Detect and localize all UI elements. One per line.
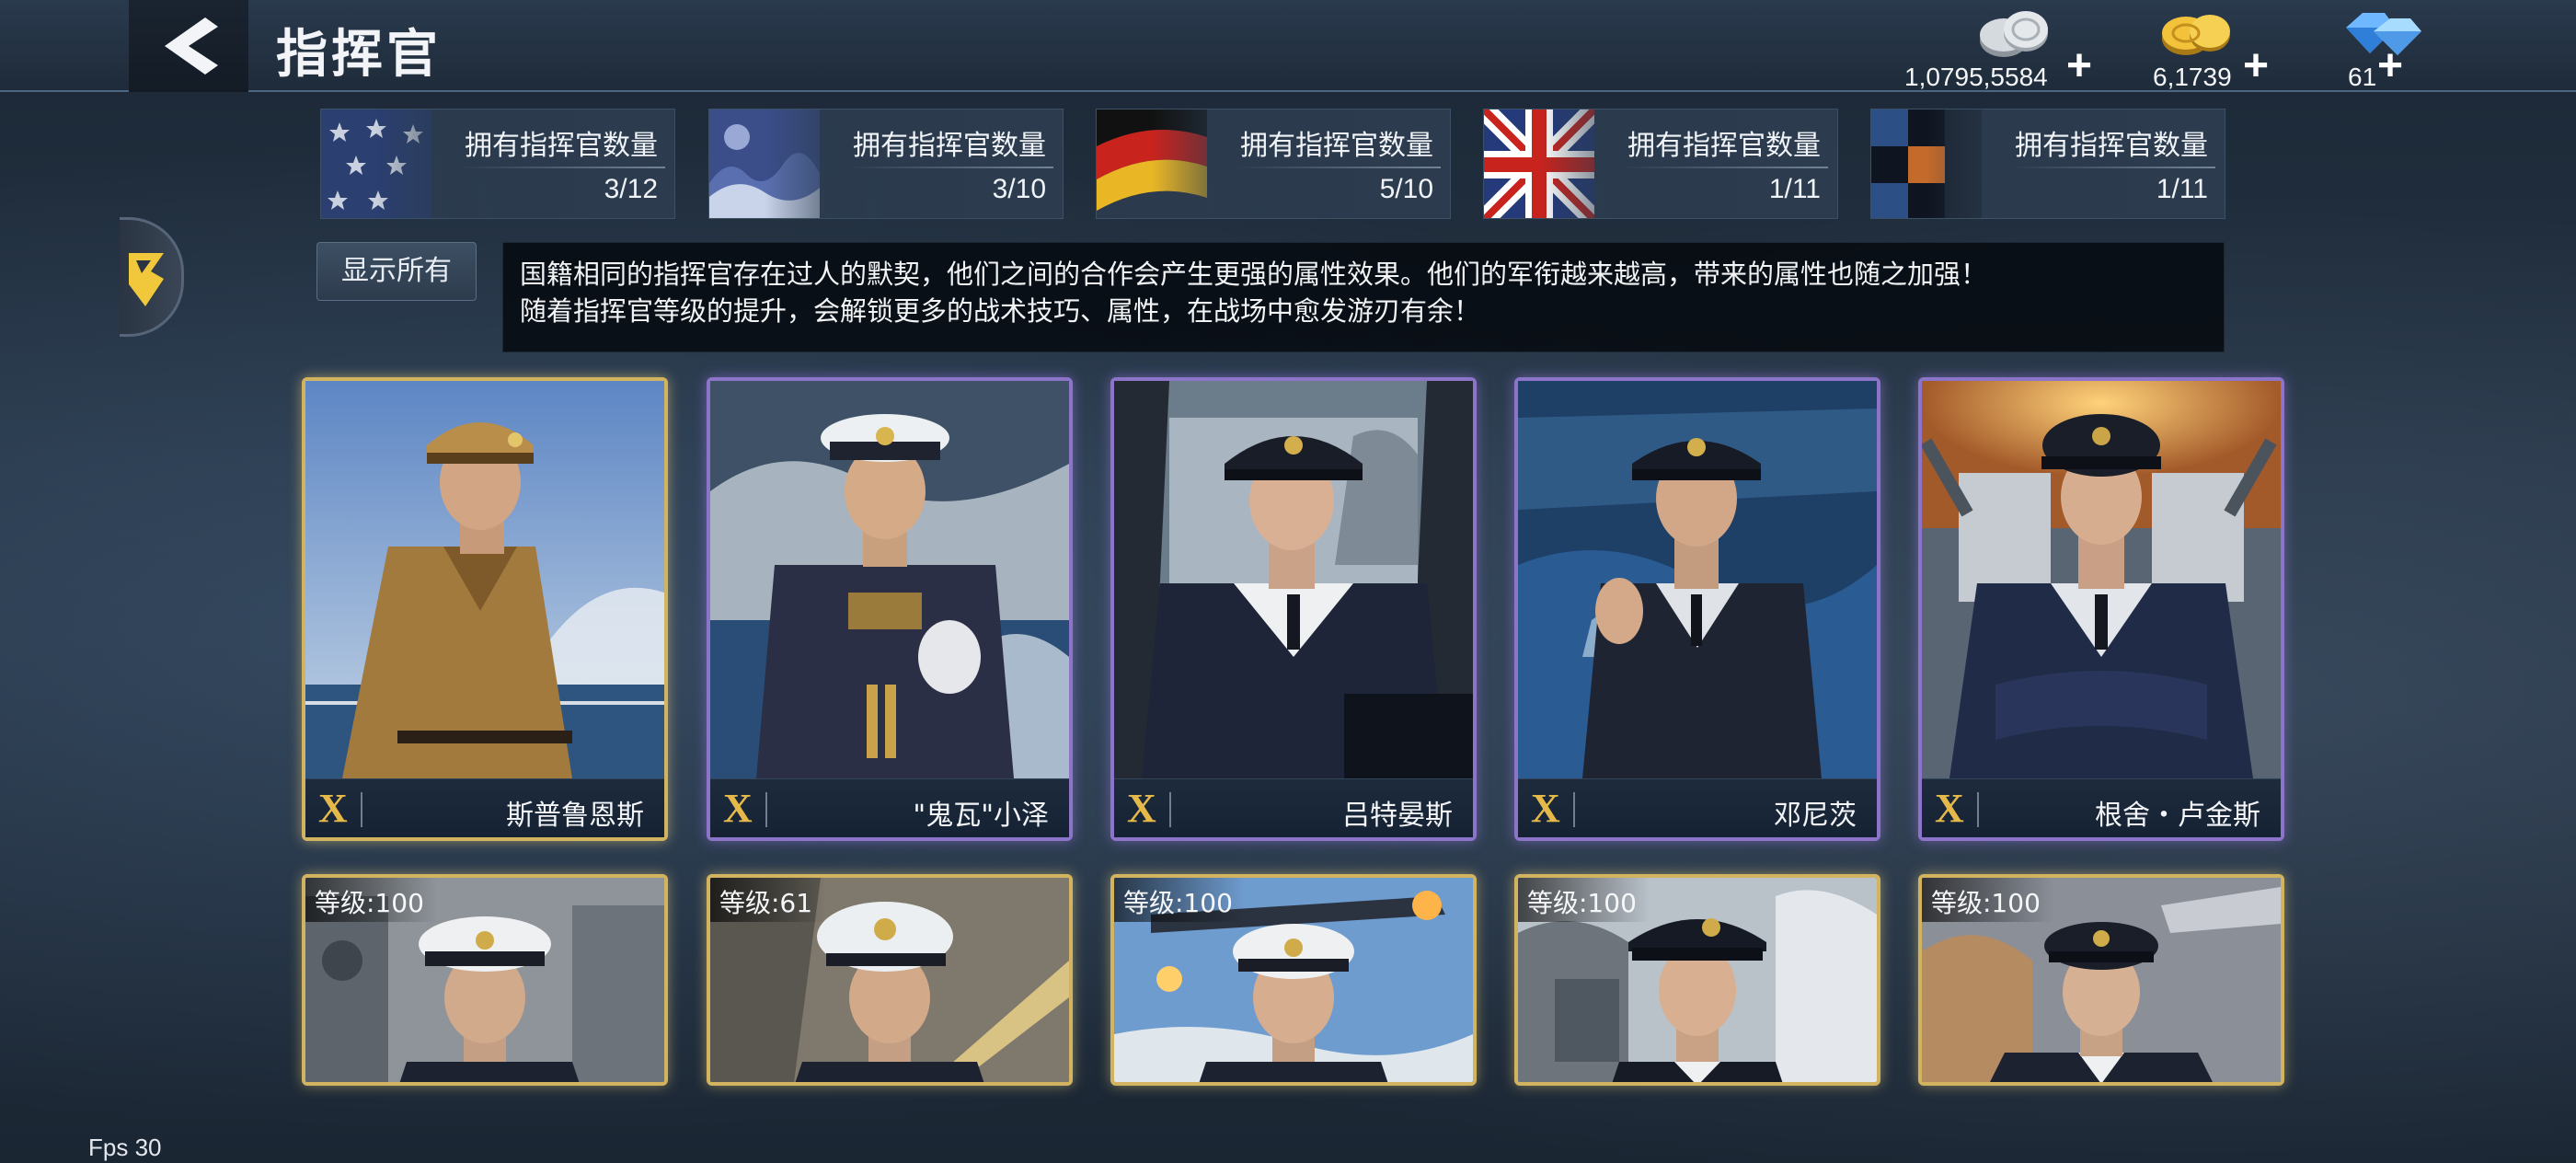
gold-coin-icon (2162, 15, 2230, 55)
fps-counter: Fps 30 (88, 1134, 162, 1161)
gold-amount: 6,1739 (2153, 63, 2232, 91)
commander-name: 斯普鲁恩斯 (506, 800, 644, 832)
description-panel: 国籍相同的指挥官存在过人的默契，他们之间的合作会产生更强的属性效果。他们的军衔越… (502, 242, 2225, 352)
page-title: 指挥官 (276, 25, 442, 85)
flag-fade (1926, 109, 2028, 218)
flag-fade (1152, 109, 1253, 218)
rank-badge: X (318, 786, 348, 831)
rank-badge: X (723, 786, 753, 831)
add-gold-icon[interactable]: + (2243, 40, 2269, 91)
commander-card-leveled[interactable]: 等级:100 (1918, 874, 2284, 1086)
nation-label: 拥有指挥官数量 (465, 130, 658, 162)
divider (361, 792, 362, 827)
level-badge: 等级:100 (1114, 878, 1246, 922)
commander-portrait (710, 381, 1069, 778)
divider (1622, 167, 1828, 168)
silver-coin-icon (1980, 11, 2048, 57)
nation-count: 3/12 (604, 174, 658, 204)
commander-card[interactable]: X 斯普鲁恩斯 (302, 377, 668, 841)
side-menu-tab[interactable] (120, 217, 184, 337)
name-bar: X 吕特晏斯 (1114, 778, 1473, 837)
nation-tab-uk[interactable]: 拥有指挥官数量 1/11 (1483, 109, 1838, 219)
rank-badge: X (1127, 786, 1156, 831)
nation-count: 1/11 (2156, 174, 2208, 204)
back-button[interactable] (129, 0, 248, 92)
rank-badge: X (1935, 786, 1964, 831)
show-all-button[interactable]: 显示所有 (316, 242, 477, 301)
flag-fade (765, 109, 866, 218)
divider (2009, 167, 2215, 168)
level-badge: 等级:100 (305, 878, 437, 922)
gold-currency[interactable]: 6,1739 + (2144, 6, 2291, 91)
commander-name: 吕特晏斯 (1342, 800, 1453, 832)
nation-count: 5/10 (1379, 174, 1433, 204)
name-bar: X 邓尼茨 (1518, 778, 1877, 837)
back-arrow-icon (165, 17, 218, 75)
add-diamond-icon[interactable]: + (2377, 40, 2403, 91)
commander-card[interactable]: X 吕特晏斯 (1110, 377, 1477, 841)
commander-card-leveled[interactable]: 等级:100 (302, 874, 668, 1086)
silver-amount: 1,0795,5584 (1904, 63, 2048, 91)
commander-card[interactable]: X 邓尼茨 (1514, 377, 1880, 841)
divider (459, 167, 665, 168)
divider (1169, 792, 1171, 827)
divider (847, 167, 1053, 168)
flag-fade (1539, 109, 1640, 218)
divider (1235, 167, 1441, 168)
top-bar: 指挥官 1,0795,5584 + 6,1739 + 61 + (0, 0, 2576, 92)
diamond-amount: 61 (2348, 63, 2377, 91)
commander-card-leveled[interactable]: 等级:61 (707, 874, 1073, 1086)
level-badge: 等级:100 (1922, 878, 2053, 922)
diamond-currency[interactable]: 61 + (2337, 6, 2456, 91)
nation-count: 1/11 (1768, 174, 1821, 204)
flag-fade (376, 109, 477, 218)
nation-tab-japan[interactable]: 拥有指挥官数量 3/10 (708, 109, 1064, 219)
nation-tab-other[interactable]: 拥有指挥官数量 1/11 (1870, 109, 2225, 219)
divider (1573, 792, 1575, 827)
nation-label: 拥有指挥官数量 (853, 130, 1046, 162)
nation-label: 拥有指挥官数量 (1627, 130, 1821, 162)
description-line-2: 随着指挥官等级的提升，会解锁更多的战术技巧、属性，在战场中愈发游刃有余！ (520, 295, 1481, 327)
name-bar: X "鬼瓦"小泽 (710, 778, 1069, 837)
nation-label: 拥有指挥官数量 (1240, 130, 1433, 162)
commander-name: 邓尼茨 (1774, 800, 1857, 832)
nation-count: 3/10 (992, 174, 1046, 204)
commander-portrait (305, 381, 664, 778)
emblem-icon (129, 253, 164, 306)
commander-card-leveled[interactable]: 等级:100 (1514, 874, 1880, 1086)
commander-portrait (1922, 381, 2281, 778)
silver-currency[interactable]: 1,0795,5584 + (1895, 6, 2092, 91)
divider (1977, 792, 1979, 827)
level-badge: 等级:100 (1518, 878, 1650, 922)
add-silver-icon[interactable]: + (2066, 40, 2092, 91)
commander-portrait (1518, 381, 1877, 778)
commander-card[interactable]: X "鬼瓦"小泽 (707, 377, 1073, 841)
level-badge: 等级:61 (710, 878, 826, 922)
name-bar: X 根舍・卢金斯 (1922, 778, 2281, 837)
rank-badge: X (1531, 786, 1560, 831)
commander-name: 根舍・卢金斯 (2095, 800, 2260, 832)
commander-name: "鬼瓦"小泽 (913, 800, 1049, 832)
nation-label: 拥有指挥官数量 (2015, 130, 2208, 162)
description-line-1: 国籍相同的指挥官存在过人的默契，他们之间的合作会产生更强的属性效果。他们的军衔越… (520, 259, 1988, 290)
nation-tab-usa[interactable]: 拥有指挥官数量 3/12 (320, 109, 675, 219)
commander-portrait (1114, 381, 1473, 778)
nation-tab-germany[interactable]: 拥有指挥官数量 5/10 (1096, 109, 1451, 219)
divider (765, 792, 767, 827)
commander-card-leveled[interactable]: 等级:100 (1110, 874, 1477, 1086)
commander-card[interactable]: X 根舍・卢金斯 (1918, 377, 2284, 841)
name-bar: X 斯普鲁恩斯 (305, 778, 664, 837)
